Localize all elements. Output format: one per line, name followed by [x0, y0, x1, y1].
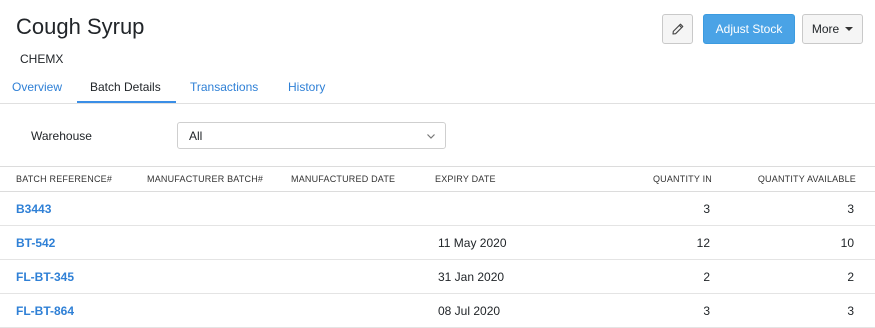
warehouse-label: Warehouse	[31, 129, 92, 143]
caret-down-icon	[845, 27, 854, 31]
table-row: BT-542 11 May 2020 12 10	[0, 226, 875, 260]
header-expiry-date[interactable]: EXPIRY DATE	[435, 174, 496, 184]
more-button-label: More	[811, 22, 840, 36]
expiry-date-cell: 11 May 2020	[438, 236, 507, 250]
chevron-down-icon	[427, 134, 435, 139]
more-button[interactable]: More	[802, 14, 863, 44]
expiry-date-cell: 31 Jan 2020	[438, 270, 505, 284]
quantity-available-cell: 2	[847, 270, 854, 284]
warehouse-select-value: All	[189, 128, 203, 143]
tab-history[interactable]: History	[288, 80, 325, 94]
tab-batch-details[interactable]: Batch Details	[90, 80, 161, 94]
header-manufacturer-batch[interactable]: MANUFACTURER BATCH#	[147, 174, 263, 184]
pencil-icon	[671, 23, 683, 35]
batch-reference-link[interactable]: BT-542	[16, 236, 55, 250]
quantity-available-cell: 3	[847, 202, 854, 216]
table-row: FL-BT-864 08 Jul 2020 3 3	[0, 294, 875, 328]
quantity-in-cell: 12	[696, 236, 710, 250]
header-batch-reference[interactable]: BATCH REFERENCE#	[16, 174, 112, 184]
edit-button[interactable]	[662, 14, 693, 44]
header-quantity-available[interactable]: QUANTITY AVAILABLE	[758, 174, 856, 184]
header-quantity-in[interactable]: QUANTITY IN	[653, 174, 712, 184]
expiry-date-cell: 08 Jul 2020	[438, 304, 501, 318]
tab-bar: Overview Batch Details Transactions Hist…	[0, 72, 875, 104]
table-row: FL-BT-345 31 Jan 2020 2 2	[0, 260, 875, 294]
quantity-in-cell: 2	[703, 270, 710, 284]
table-row: B3443 3 3	[0, 192, 875, 226]
page-title: Cough Syrup	[16, 14, 145, 39]
quantity-available-cell: 10	[840, 236, 854, 250]
quantity-in-cell: 3	[703, 202, 710, 216]
batch-reference-link[interactable]: FL-BT-864	[16, 304, 74, 318]
tab-transactions[interactable]: Transactions	[190, 80, 258, 94]
quantity-in-cell: 3	[703, 304, 710, 318]
adjust-stock-button[interactable]: Adjust Stock	[703, 14, 795, 44]
batch-table: BATCH REFERENCE# MANUFACTURER BATCH# MAN…	[0, 166, 875, 328]
header-manufactured-date[interactable]: MANUFACTURED DATE	[291, 174, 395, 184]
item-subtitle: CHEMX	[20, 52, 64, 66]
tab-overview[interactable]: Overview	[12, 80, 62, 94]
batch-reference-link[interactable]: FL-BT-345	[16, 270, 74, 284]
warehouse-select[interactable]: All	[177, 122, 446, 149]
quantity-available-cell: 3	[847, 304, 854, 318]
active-tab-indicator	[77, 101, 176, 103]
table-header: BATCH REFERENCE# MANUFACTURER BATCH# MAN…	[0, 166, 875, 192]
batch-reference-link[interactable]: B3443	[16, 202, 51, 216]
